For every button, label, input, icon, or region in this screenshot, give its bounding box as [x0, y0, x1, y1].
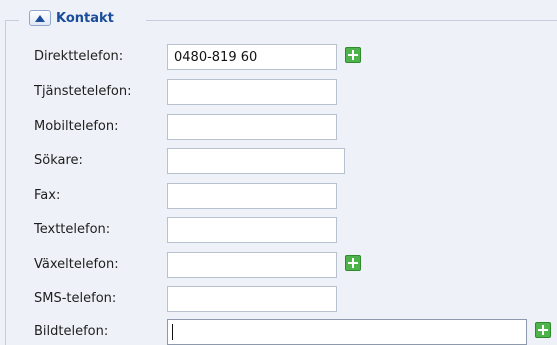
vaxeltelefon-input[interactable] — [167, 252, 337, 278]
sms-telefon-input[interactable] — [167, 286, 337, 312]
form-row-sms-telefon: SMS-telefon: — [0, 286, 557, 312]
contact-fieldset: Kontakt Direkttelefon: Tjänstetelefon: M… — [0, 0, 557, 345]
fieldset-border-right — [146, 20, 557, 21]
form-row-vaxeltelefon: Växeltelefon: — [0, 252, 557, 278]
form-row-direkttelefon: Direkttelefon: — [0, 44, 557, 70]
form-row-tjanstetelefon: Tjänstetelefon: — [0, 79, 557, 105]
sokare-input[interactable] — [167, 148, 345, 174]
sms-telefon-label: SMS-telefon: — [34, 291, 117, 306]
form-row-bildtelefon: Bildtelefon: — [0, 319, 557, 345]
form-row-texttelefon: Texttelefon: — [0, 217, 557, 243]
bildtelefon-input[interactable] — [167, 319, 527, 345]
sokare-label: Sökare: — [34, 153, 83, 168]
add-plus-icon[interactable] — [345, 255, 361, 271]
collapse-up-icon — [35, 14, 45, 22]
form-row-sokare: Sökare: — [0, 148, 557, 174]
section-title: Kontakt — [56, 10, 114, 26]
direkttelefon-input[interactable] — [167, 44, 337, 70]
texttelefon-input[interactable] — [167, 217, 337, 243]
bildtelefon-label: Bildtelefon: — [34, 324, 109, 339]
fax-label: Fax: — [34, 188, 61, 203]
fieldset-border-left — [5, 20, 19, 21]
tjanstetelefon-input[interactable] — [167, 79, 337, 105]
direkttelefon-label: Direkttelefon: — [34, 49, 124, 64]
form-row-fax: Fax: — [0, 183, 557, 209]
texttelefon-label: Texttelefon: — [34, 222, 111, 237]
tjanstetelefon-label: Tjänstetelefon: — [34, 84, 132, 99]
mobiltelefon-label: Mobiltelefon: — [34, 119, 119, 134]
text-cursor — [172, 324, 173, 340]
fieldset-legend: Kontakt — [26, 10, 118, 26]
add-plus-icon[interactable] — [535, 322, 551, 338]
mobiltelefon-input[interactable] — [167, 114, 337, 140]
fax-input[interactable] — [167, 183, 337, 209]
form-row-mobiltelefon: Mobiltelefon: — [0, 114, 557, 140]
collapse-button[interactable] — [29, 10, 51, 26]
vaxeltelefon-label: Växeltelefon: — [34, 257, 119, 272]
add-plus-icon[interactable] — [345, 47, 361, 63]
